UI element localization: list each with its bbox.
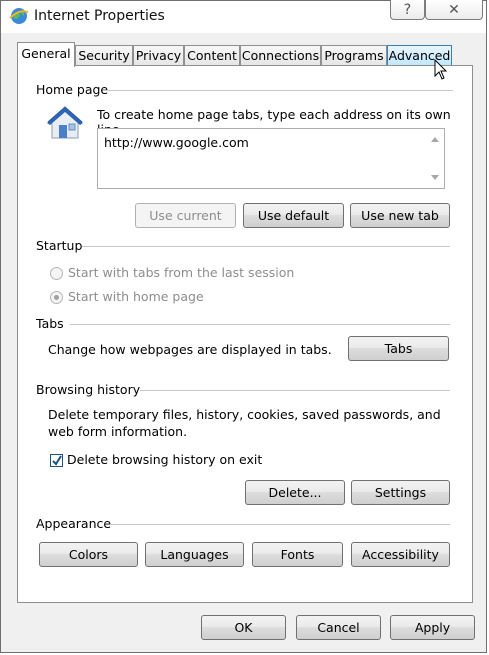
delete-on-exit-checkbox[interactable] bbox=[50, 454, 63, 467]
delete-on-exit-label: Delete browsing history on exit bbox=[67, 452, 263, 467]
tab-programs[interactable]: Programs bbox=[321, 45, 387, 66]
tabs-description: Change how webpages are displayed in tab… bbox=[48, 342, 332, 357]
settings-button[interactable]: Settings bbox=[351, 480, 450, 505]
delete-button[interactable]: Delete... bbox=[245, 480, 345, 505]
mouse-cursor-icon bbox=[434, 59, 448, 80]
appearance-heading: Appearance bbox=[36, 516, 112, 531]
browsing-history-divider bbox=[140, 390, 450, 391]
tab-content[interactable]: Content bbox=[184, 45, 240, 66]
general-tab-panel: Home page To create home page tabs, type… bbox=[17, 65, 473, 603]
tab-connections[interactable]: Connections bbox=[240, 45, 321, 66]
accessibility-button[interactable]: Accessibility bbox=[351, 542, 450, 567]
textarea-scrollbar[interactable] bbox=[427, 129, 444, 188]
languages-button[interactable]: Languages bbox=[145, 542, 244, 567]
tabs-settings-button[interactable]: Tabs bbox=[348, 336, 449, 361]
apply-button[interactable]: Apply bbox=[390, 615, 475, 640]
startup-divider bbox=[82, 246, 450, 247]
scroll-up-icon[interactable] bbox=[431, 137, 439, 142]
colors-button[interactable]: Colors bbox=[39, 542, 138, 567]
browsing-history-heading: Browsing history bbox=[36, 382, 141, 397]
tabs-divider bbox=[70, 324, 450, 325]
radio-last-session-label: Start with tabs from the last session bbox=[68, 265, 295, 280]
home-page-url-textarea[interactable]: http://www.google.com bbox=[97, 128, 445, 189]
fonts-button[interactable]: Fonts bbox=[252, 542, 343, 567]
window-title: Internet Properties bbox=[34, 8, 165, 24]
help-button[interactable]: ? bbox=[390, 0, 425, 20]
startup-heading: Startup bbox=[36, 238, 83, 253]
tab-general[interactable]: General bbox=[17, 42, 75, 67]
use-default-button[interactable]: Use default bbox=[243, 203, 344, 228]
radio-home-page-label: Start with home page bbox=[68, 289, 204, 304]
internet-properties-window: Internet Properties ? ✕ General Security… bbox=[0, 0, 487, 653]
radio-last-session[interactable] bbox=[50, 267, 63, 280]
house-icon bbox=[47, 106, 83, 139]
appearance-divider bbox=[111, 524, 450, 525]
checkmark-icon bbox=[52, 455, 62, 466]
radio-home-page[interactable] bbox=[50, 291, 63, 304]
scroll-down-icon[interactable] bbox=[431, 175, 439, 180]
use-current-button[interactable]: Use current bbox=[135, 203, 236, 228]
tabs-heading: Tabs bbox=[36, 316, 64, 331]
use-new-tab-button[interactable]: Use new tab bbox=[350, 203, 450, 228]
close-icon: ✕ bbox=[448, 2, 460, 18]
browsing-history-description-line2: web form information. bbox=[48, 424, 188, 439]
home-page-divider bbox=[103, 90, 453, 91]
cancel-button[interactable]: Cancel bbox=[296, 615, 381, 640]
browsing-history-description-line1: Delete temporary files, history, cookies… bbox=[48, 407, 441, 422]
ok-button[interactable]: OK bbox=[201, 615, 286, 640]
ie-globe-icon bbox=[9, 8, 29, 24]
tab-security[interactable]: Security bbox=[75, 45, 133, 66]
tab-privacy[interactable]: Privacy bbox=[133, 45, 184, 66]
close-button[interactable]: ✕ bbox=[425, 0, 483, 20]
home-page-url-value: http://www.google.com bbox=[104, 135, 249, 150]
title-bar: Internet Properties ? ✕ bbox=[1, 0, 486, 33]
help-icon: ? bbox=[403, 2, 412, 18]
home-page-heading: Home page bbox=[36, 82, 109, 97]
